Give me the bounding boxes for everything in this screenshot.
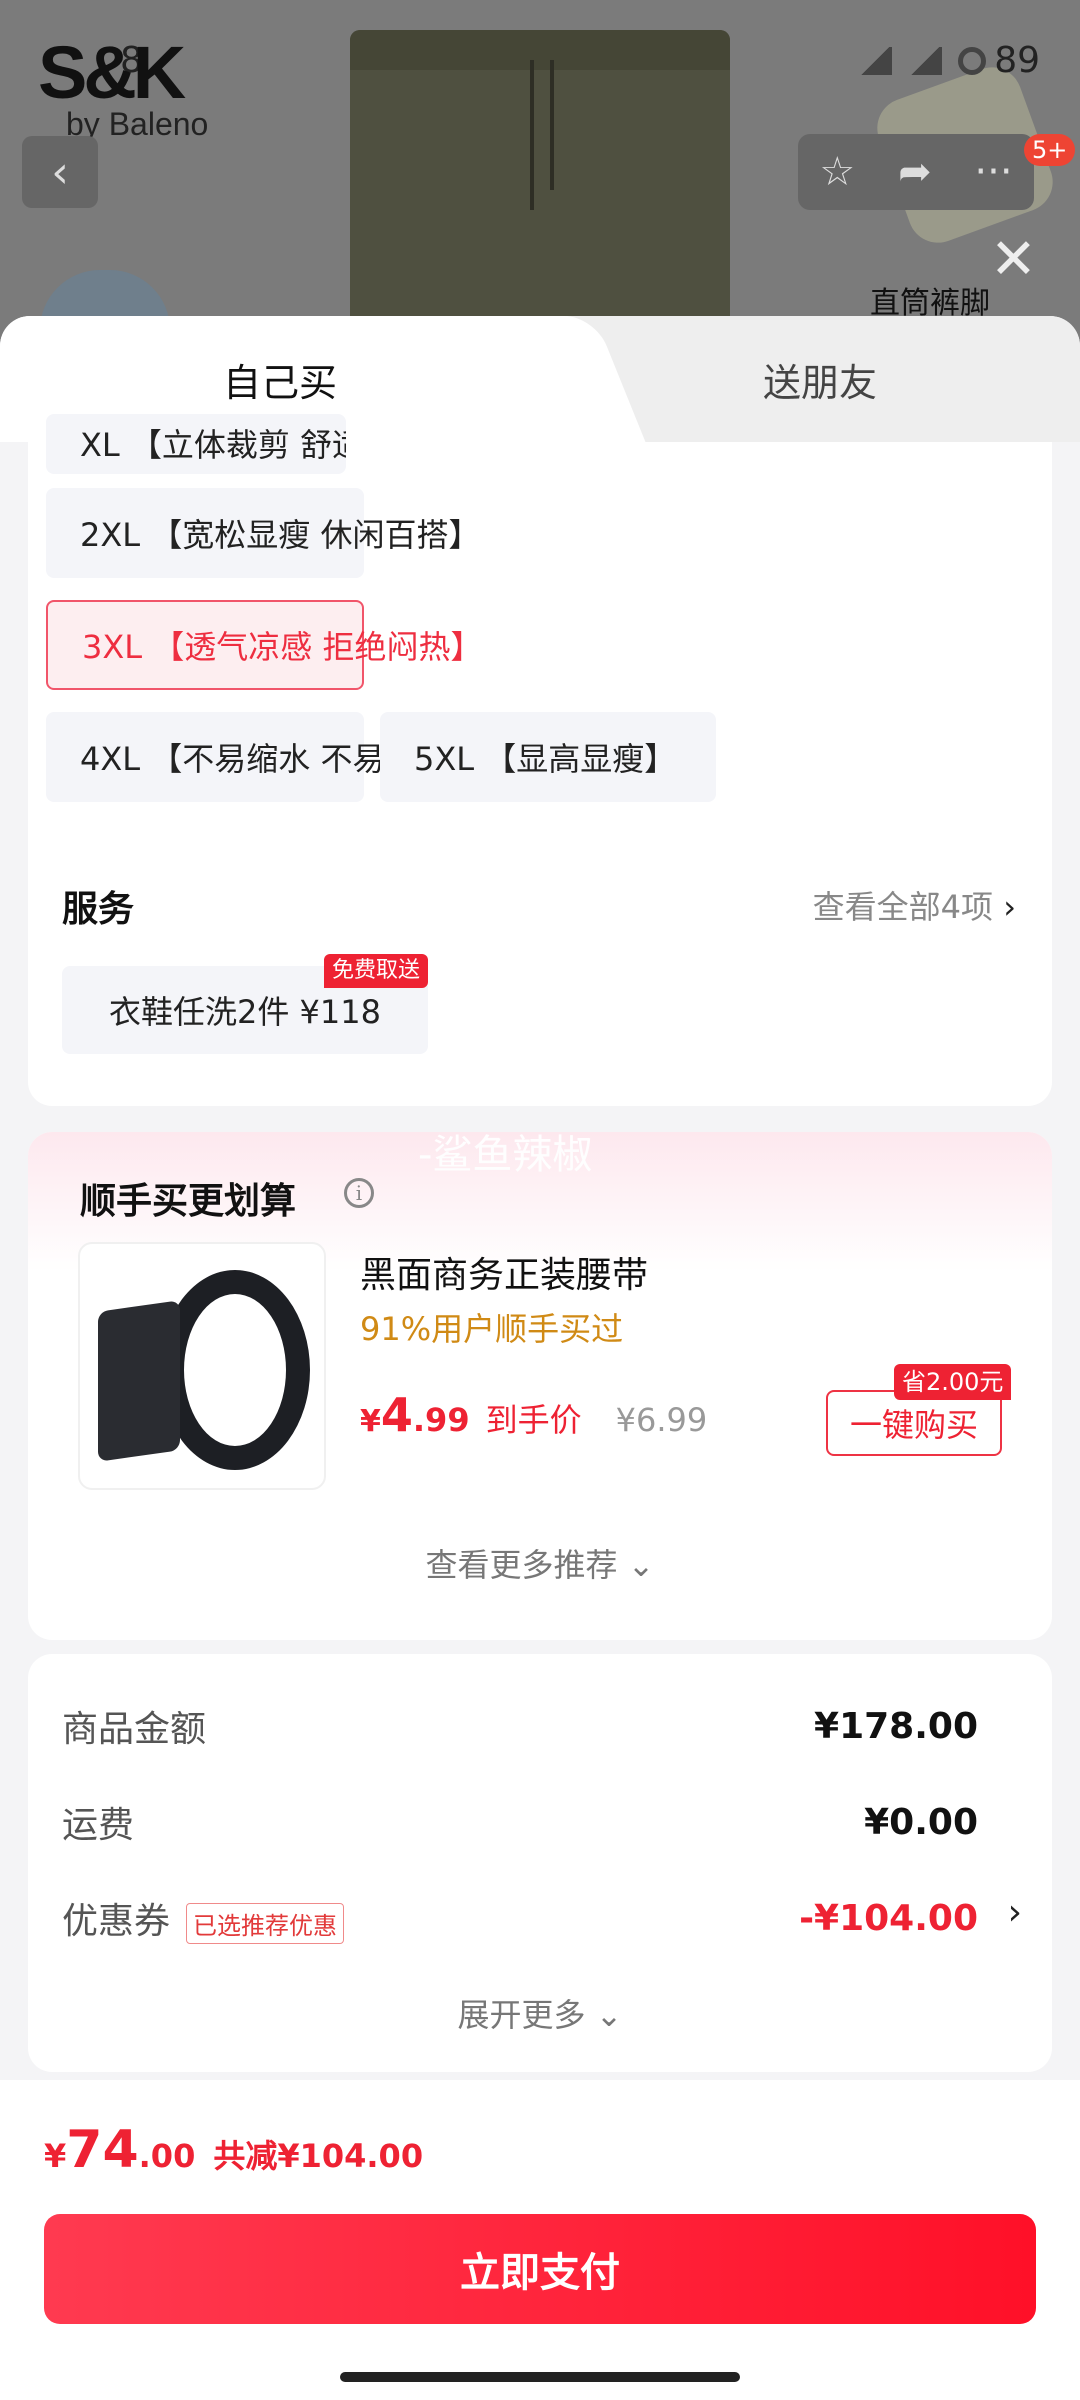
coupon-row[interactable]: 优惠券 已选推荐优惠 -¥104.00: [62, 1892, 978, 1944]
battery-level: 89: [994, 40, 1040, 81]
brand-logo-mark: S&K: [38, 31, 186, 114]
service-see-all[interactable]: 查看全部4项 ›: [813, 882, 1016, 928]
upsell-card: -鲨鱼辣椒 顺手买更划算 i 黑面商务正装腰带 91%用户顺手买过 ¥ 4 .9…: [28, 1132, 1052, 1640]
cart-badge: 5+: [1024, 134, 1076, 166]
brand-logo: S&K by Baleno: [38, 31, 208, 141]
upsell-product-name[interactable]: 黑面商务正装腰带: [360, 1246, 648, 1298]
info-icon[interactable]: i: [344, 1178, 374, 1208]
status-icons: 89: [858, 40, 1040, 81]
signal-icon: [858, 46, 893, 75]
battery-icon: [958, 46, 987, 75]
shipping-label: 运费: [62, 1805, 135, 1846]
free-pickup-badge: 免费取送: [324, 954, 429, 988]
expand-more[interactable]: 展开更多 ⌄: [28, 1990, 1052, 2036]
goods-amount-value: ¥178.00: [814, 1705, 978, 1747]
size-option[interactable]: 2XL 【宽松显瘦 休闲百搭】: [46, 488, 480, 578]
see-all-label: 查看全部4项: [812, 888, 994, 926]
belt-product-image[interactable]: [78, 1242, 326, 1490]
total-currency: ¥: [44, 2137, 67, 2175]
service-title: 服务: [62, 889, 135, 930]
total-integer: 74: [66, 2120, 139, 2180]
see-more-recommendations[interactable]: 查看更多推荐 ⌄: [28, 1540, 1052, 1586]
price-decimal: .99: [412, 1401, 470, 1439]
upsell-product-subtitle: 91%用户顺手买过: [360, 1310, 624, 1348]
total-decimal: .00: [138, 2137, 196, 2175]
original-price: ¥6.99: [615, 1401, 708, 1439]
coupon-tag: 已选推荐优惠: [186, 1902, 345, 1944]
size-option[interactable]: 4XL 【不易缩水 不易褪色】: [46, 712, 480, 802]
price-label: 到手价: [485, 1401, 582, 1439]
pay-now-button[interactable]: 立即支付: [44, 2214, 1036, 2324]
price-summary-card: 商品金额 ¥178.00 运费 ¥0.00 优惠券 已选推荐优惠 -¥104.00…: [28, 1654, 1052, 2072]
checkout-bar: ¥ 74 .00 共减¥104.00 立即支付: [0, 2080, 1080, 2400]
back-button[interactable]: ‹: [22, 136, 98, 208]
watermark: -鲨鱼辣椒: [418, 1132, 593, 1178]
size-option[interactable]: XL 【立体裁剪 舒适有型】: [46, 414, 346, 474]
chevron-left-icon: ‹: [51, 146, 69, 198]
coupon-value: -¥104.00: [799, 1897, 978, 1939]
chevron-right-icon[interactable]: ›: [1008, 1892, 1022, 1933]
shipping-value: ¥0.00: [864, 1801, 978, 1843]
price-currency: ¥: [360, 1404, 381, 1439]
total-price: ¥ 74 .00 共减¥104.00: [44, 2120, 423, 2180]
more-icon[interactable]: ···: [974, 149, 1012, 195]
favorite-star-icon[interactable]: ☆: [819, 149, 855, 195]
size-option-selected[interactable]: 3XL 【透气凉感 拒绝闷热】: [46, 600, 482, 690]
share-icon[interactable]: ➦: [898, 149, 932, 195]
signal-icon: [908, 46, 943, 75]
tab-label: 自己买: [222, 360, 337, 405]
size-option[interactable]: 5XL 【显高显瘦】: [380, 712, 716, 802]
upsell-title: 顺手买更划算: [80, 1181, 297, 1222]
top-actions: ☆ ➦ ···: [798, 134, 1034, 210]
options-card: XL 【立体裁剪 舒适有型】 2XL 【宽松显瘦 休闲百搭】 3XL 【透气凉感…: [28, 414, 1052, 1106]
goods-amount-row: 商品金额 ¥178.00: [62, 1700, 978, 1752]
upsell-price: ¥ 4 .99 到手价 ¥6.99: [360, 1388, 707, 1442]
save-badge: 省2.00元: [894, 1364, 1012, 1400]
chevron-right-icon: ›: [1003, 888, 1016, 926]
shipping-row: 运费 ¥0.00: [62, 1796, 978, 1848]
home-indicator[interactable]: [340, 2372, 740, 2382]
goods-amount-label: 商品金额: [62, 1709, 207, 1750]
purchase-sheet: 送朋友 自己买 XL 【立体裁剪 舒适有型】 2XL 【宽松显瘦 休闲百搭】 3…: [0, 316, 1080, 2400]
close-icon[interactable]: ✕: [990, 232, 1037, 288]
coupon-label: 优惠券: [62, 1901, 171, 1942]
tab-label: 送朋友: [762, 360, 877, 405]
total-discount: 共减¥104.00: [213, 2137, 424, 2175]
price-integer: 4: [380, 1388, 413, 1442]
